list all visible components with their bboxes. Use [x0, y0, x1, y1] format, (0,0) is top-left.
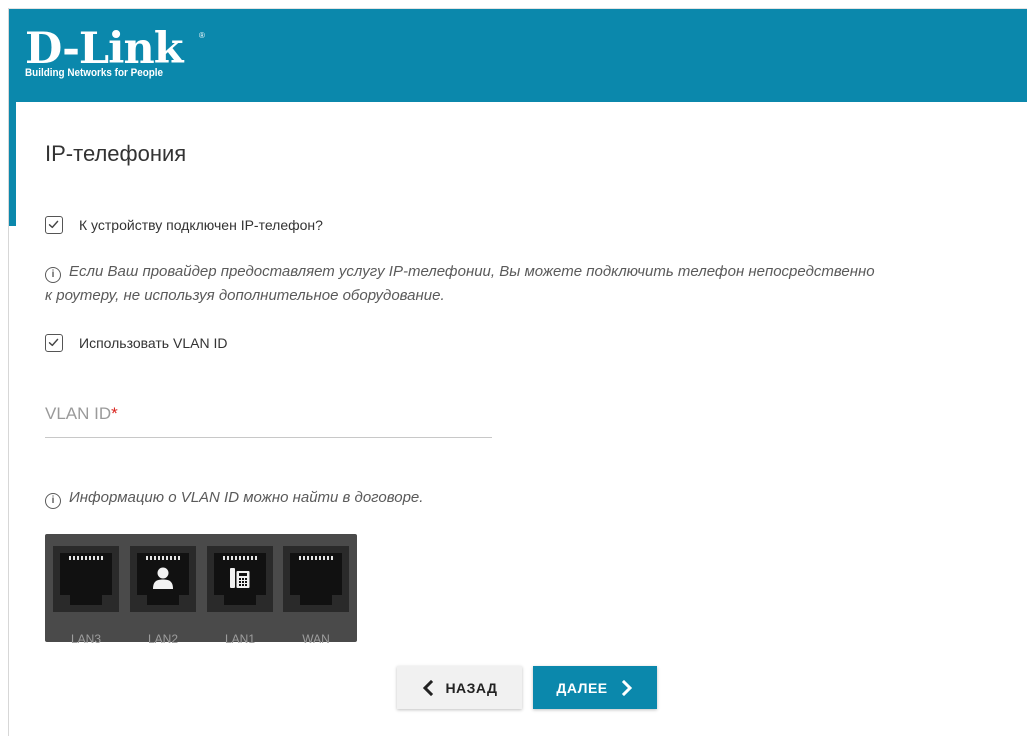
port-latch — [70, 595, 102, 605]
port-lan3[interactable]: LAN3 — [53, 546, 119, 646]
use-vlan-checkbox[interactable] — [45, 334, 63, 352]
vlan-hint-text: i Информацию о VLAN ID можно найти в дого… — [45, 486, 423, 510]
logo-tagline: Building Networks for People — [25, 67, 164, 79]
info-icon: i — [45, 267, 61, 283]
next-button-label: ДАЛЕЕ — [556, 679, 608, 696]
port-latch — [224, 595, 256, 605]
header-bar: D-Link ® Building Networks for People — [9, 9, 1027, 102]
port-pins — [146, 556, 180, 560]
provider-info-line2: к роутеру, не используя дополнительное о… — [45, 287, 445, 304]
port-latch — [300, 595, 332, 605]
vlan-hint-line: Информацию о VLAN ID можно найти в догов… — [69, 489, 424, 506]
ip-phone-connected-row[interactable]: К устройству подключен IP-телефон? — [45, 216, 323, 234]
logo-text: D-Link — [25, 24, 184, 74]
dlink-logo[interactable]: D-Link ® Building Networks for People — [25, 24, 205, 80]
provider-info-line1: Если Ваш провайдер предоставляет услугу … — [69, 263, 875, 280]
port-lan2[interactable]: LAN2 — [130, 546, 196, 646]
ip-phone-connected-checkbox[interactable] — [45, 216, 63, 234]
use-vlan-label: Использовать VLAN ID — [79, 335, 228, 351]
phone-icon — [230, 568, 250, 588]
next-button[interactable]: ДАЛЕЕ — [533, 666, 657, 709]
port-pins — [223, 556, 257, 560]
port-pins — [299, 556, 333, 560]
vlan-id-input[interactable] — [45, 397, 496, 439]
port-label: WAN — [302, 632, 330, 646]
port-label: LAN1 — [224, 632, 256, 646]
port-wan[interactable]: WAN — [283, 546, 349, 646]
ip-phone-connected-label: К устройству подключен IP-телефон? — [79, 217, 323, 233]
chevron-right-icon — [621, 679, 632, 696]
back-button[interactable]: НАЗАД — [397, 666, 522, 709]
port-label: LAN3 — [70, 632, 102, 646]
port-pins — [69, 556, 103, 560]
sidebar-accent-strip — [9, 102, 16, 226]
page-title: IP-телефония — [45, 141, 187, 166]
port-lan1[interactable]: LAN1 — [207, 546, 273, 646]
back-button-label: НАЗАД — [445, 679, 498, 696]
router-ports-panel: LAN3 LAN2 LAN1 WAN — [45, 534, 357, 646]
checkmark-icon — [48, 220, 59, 229]
port-label: LAN2 — [147, 632, 179, 646]
checkmark-icon — [48, 338, 59, 347]
vlan-id-field[interactable]: VLAN ID* — [45, 397, 496, 439]
user-icon — [153, 567, 173, 589]
use-vlan-row[interactable]: Использовать VLAN ID — [45, 334, 227, 352]
port-latch — [147, 595, 179, 605]
chevron-left-icon — [423, 679, 434, 696]
provider-info-text: i Если Ваш провайдер предоставляет услугу… — [45, 260, 875, 308]
logo-registered-mark: ® — [199, 31, 205, 40]
info-icon: i — [45, 493, 61, 509]
